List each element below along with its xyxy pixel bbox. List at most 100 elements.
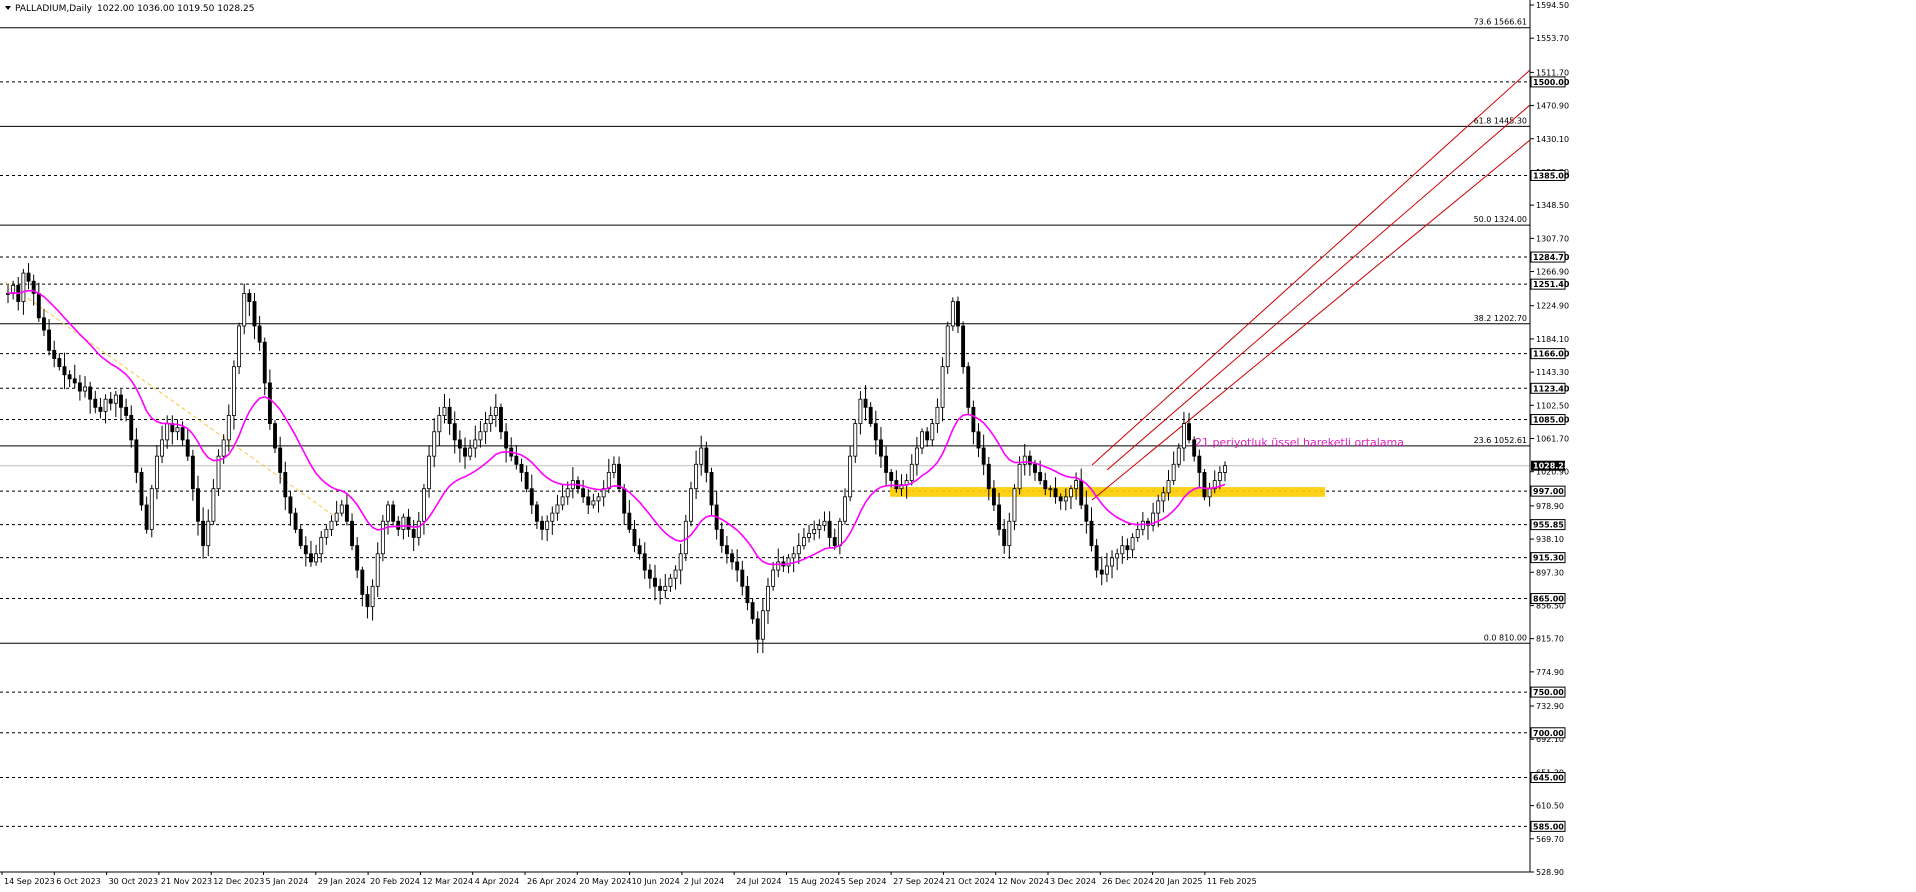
price-chart[interactable]: 73.6 1566.61 61.8 1445.30 50.0 1324.00 38.2… [0,0,1916,888]
candle-body [247,293,252,302]
candle-body [1063,496,1068,502]
candle-body [1125,545,1130,551]
candle-body [149,488,154,530]
candle-body [545,520,550,530]
candle-body [1197,455,1202,473]
candle-body [1217,472,1222,481]
y-tick-label: 774.90 [1536,668,1564,677]
candle-body [1022,455,1027,465]
candle-body [591,500,596,506]
candle-body [447,406,452,425]
x-tick-label: 10 Jun 2024 [632,877,680,886]
y-tick-label: 938.10 [1536,535,1564,544]
support-zone-group [890,487,1325,497]
candle-body [1099,569,1104,575]
fib-level-label: 23.6 1052.61 [1474,436,1527,445]
y-tick-label: 1143.30 [1536,368,1569,377]
candle-body [540,520,544,530]
candle-body [26,272,31,282]
candle-body [1079,480,1084,506]
candle-body [719,528,724,547]
price-level-label: 1123.40 [1533,384,1570,393]
candle-body [391,504,396,522]
candle-body [77,382,82,392]
candle-body [499,406,503,433]
candle-body [206,520,211,547]
candle-body [386,504,390,522]
price-level-label: 585.00 [1533,822,1564,831]
candle-body [1074,480,1079,490]
candle-body [1130,537,1135,551]
x-tick-label: 30 Oct 2023 [109,877,158,886]
fib-level-label: 61.8 1445.30 [1474,116,1527,125]
x-tick-label: 24 Jul 2024 [736,877,781,886]
candle-body [411,528,416,538]
candle-body [47,329,52,351]
candle-body [606,472,611,490]
candle-body [226,415,231,441]
candle-body [529,488,534,506]
y-tick-label: 569.70 [1536,835,1564,844]
candle-body [303,545,308,555]
candle-body [817,524,822,530]
candle-body [524,472,529,490]
candle-body [1207,488,1212,498]
candle-body [478,431,483,441]
y-tick-label: 1511.70 [1536,68,1569,77]
candle-body [1135,528,1140,538]
candle-body [632,528,637,547]
y-tick-label: 1102.50 [1536,401,1569,410]
candle-body [796,545,801,555]
candle-body [1053,488,1058,498]
candle-body [309,553,313,563]
candle-body [1115,553,1120,559]
x-tick-label: 12 Dec 2023 [213,877,264,886]
candle-body [1094,545,1099,571]
candle-body [1058,496,1063,502]
candle-body [848,455,853,498]
candle-body [1156,500,1161,514]
candle-body [760,610,765,640]
price-level-label: 997.00 [1533,487,1564,496]
candle-body [108,398,113,404]
candle-body [653,577,657,587]
candle-body [427,455,432,490]
candle-body [730,553,734,563]
x-tick-label: 26 Apr 2024 [527,877,576,886]
candle-body [452,423,457,441]
candle-body [380,520,385,555]
candle-body [694,463,699,490]
candle-body [144,504,149,530]
x-tick-label: 12 Mar 2024 [422,877,473,886]
candle-body [940,366,945,408]
candle-body [416,520,421,538]
candle-body [971,406,976,433]
candle-body [52,349,57,359]
candle-body [504,431,509,449]
candle-body [627,512,632,530]
fib-level-label: 50.0 1324.00 [1474,215,1527,224]
y-tick-label: 897.30 [1536,568,1564,577]
candle-body [766,585,770,612]
x-tick-label: 20 Feb 2024 [370,877,420,886]
candle-body [812,528,817,534]
candle-body [740,569,745,587]
candle-body [237,325,242,368]
annotation-group: 21 periyotluk üssel hareketli ortalama [1195,436,1404,449]
candle-body [139,472,144,506]
candle-body [1161,492,1166,502]
candle-body [1166,480,1171,494]
candle-body [319,537,324,555]
candle-body [124,406,129,416]
candle-body [858,398,863,425]
candle-body [298,528,303,547]
candle-body [822,520,827,526]
candle-body [62,366,67,376]
candle-body [673,569,678,579]
price-level-label: 915.30 [1533,554,1564,563]
candle-body [1043,480,1048,490]
y-tick-label: 978.90 [1536,502,1564,511]
candle-body [334,512,339,522]
candle-body [190,455,195,490]
candle-body [160,439,164,457]
